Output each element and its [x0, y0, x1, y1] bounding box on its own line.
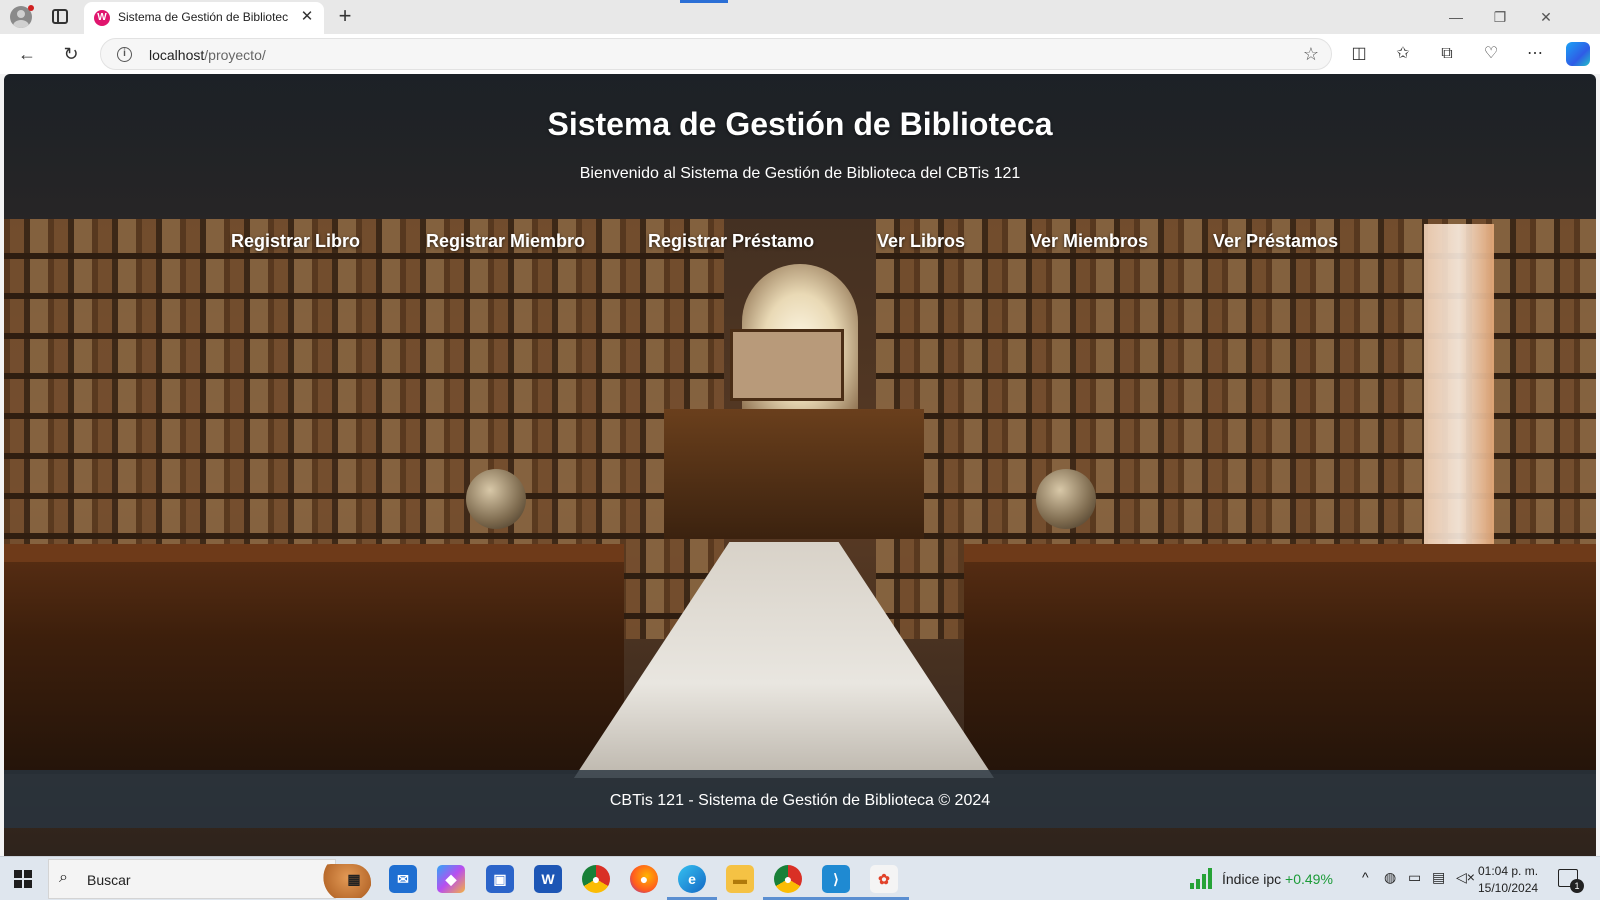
nav-ver-miembros[interactable]: Ver Miembros	[1030, 231, 1148, 252]
library-center-desk-image	[664, 409, 924, 539]
reload-icon[interactable]: ↻	[58, 42, 84, 66]
library-desk-right-image	[964, 544, 1596, 774]
clock-time: 01:04 p. m.	[1478, 864, 1539, 878]
network-icon[interactable]: ▤	[1432, 869, 1445, 886]
tab-title: Sistema de Gestión de Biblioteca	[118, 10, 288, 24]
close-tab-icon[interactable]: ✕	[298, 8, 316, 26]
notification-count-badge: 1	[1570, 879, 1584, 893]
store-icon[interactable]: ▣	[486, 865, 514, 893]
library-light-column-image	[1424, 224, 1494, 554]
window-drag-indicator	[680, 0, 728, 3]
restore-icon[interactable]: ❐	[1488, 6, 1512, 28]
browser-tab-bar: W Sistema de Gestión de Biblioteca ✕ + —…	[0, 0, 1600, 34]
taskbar-search-box[interactable]: ⌕ Buscar	[48, 859, 371, 899]
stock-chart-icon[interactable]	[1190, 867, 1214, 889]
new-tab-button[interactable]: +	[332, 4, 358, 30]
edge-icon[interactable]: e	[678, 865, 706, 893]
globe-right-image	[1036, 469, 1096, 529]
back-icon[interactable]: ←	[14, 42, 40, 66]
tab-actions-icon[interactable]	[52, 9, 68, 24]
profile-notification-dot	[28, 5, 34, 11]
nav-registrar-prestamo[interactable]: Registrar Préstamo	[648, 231, 814, 252]
nav-registrar-libro[interactable]: Registrar Libro	[231, 231, 360, 252]
split-screen-icon[interactable]: ◫	[1348, 44, 1370, 64]
vscode-icon[interactable]: ⟩	[822, 865, 850, 893]
main-navigation: Registrar Libro Registrar Miembro Regist…	[4, 219, 1596, 269]
task-view-icon[interactable]: ▦	[340, 865, 368, 893]
stock-widget-label: Índice ipc	[1222, 871, 1282, 887]
page-subtitle: Bienvenido al Sistema de Gestión de Bibl…	[579, 165, 1021, 182]
meet-now-icon[interactable]: ◍	[1384, 869, 1396, 886]
library-desk-left-image	[4, 544, 624, 774]
minimize-icon[interactable]: —	[1444, 6, 1468, 28]
copilot-app-icon[interactable]: ◆	[437, 865, 465, 893]
firefox-icon[interactable]: ●	[630, 865, 658, 893]
show-hidden-icons-icon[interactable]: ^	[1362, 869, 1369, 885]
url-host: localhost	[149, 47, 205, 63]
url-text[interactable]: localhost/proyecto/	[149, 47, 266, 63]
mail-icon[interactable]: ✉	[389, 865, 417, 893]
folder-icon[interactable]: ▬	[726, 865, 754, 893]
site-favicon-icon: W	[94, 10, 110, 26]
url-path: /proyecto/	[204, 47, 266, 63]
word-icon[interactable]: W	[534, 865, 562, 893]
collections-icon[interactable]: ⧉	[1436, 44, 1458, 64]
stock-widget[interactable]: Índice ipc +0.49%	[1222, 871, 1333, 887]
address-bar[interactable]: i localhost/proyecto/ ☆	[100, 38, 1332, 70]
favorites-icon[interactable]: ✩	[1392, 44, 1414, 64]
system-clock[interactable]: 01:04 p. m. 15/10/2024	[1478, 863, 1548, 897]
footer-text: CBTis 121 - Sistema de Gestión de Biblio…	[609, 792, 991, 809]
display-icon[interactable]: ▭	[1408, 869, 1421, 886]
stock-widget-value: +0.49%	[1285, 871, 1333, 887]
copilot-icon[interactable]	[1566, 42, 1590, 66]
more-options-icon[interactable]: ⋯	[1524, 44, 1546, 64]
windows-taskbar: ⌕ Buscar ▦ ✉ ◆ ▣ W ● ● e ▬ ● ⟩ ✿ Índice …	[0, 856, 1600, 900]
search-label: Buscar	[87, 872, 131, 888]
site-info-icon[interactable]: i	[117, 47, 132, 62]
nav-ver-libros[interactable]: Ver Libros	[877, 231, 965, 252]
windows-start-icon[interactable]	[14, 870, 32, 888]
volume-muted-icon[interactable]: ◁×	[1456, 869, 1475, 886]
site-header: Sistema de Gestión de Biblioteca Bienven…	[4, 74, 1596, 219]
chrome-profile-icon[interactable]: ●	[774, 865, 802, 893]
browser-essentials-icon[interactable]: ♡	[1480, 44, 1502, 64]
page-viewport: Sistema de Gestión de Biblioteca Bienven…	[4, 74, 1596, 856]
close-window-icon[interactable]: ✕	[1534, 6, 1558, 28]
page-title: Sistema de Gestión de Biblioteca	[547, 106, 1053, 142]
search-icon: ⌕	[59, 869, 68, 886]
clock-date: 15/10/2024	[1478, 881, 1539, 895]
site-footer: CBTis 121 - Sistema de Gestión de Biblio…	[4, 770, 1596, 828]
globe-left-image	[466, 469, 526, 529]
chrome-icon[interactable]: ●	[582, 865, 610, 893]
browser-toolbar: ← ↻ i localhost/proyecto/ ☆ ◫ ✩ ⧉ ♡ ⋯	[0, 34, 1600, 74]
library-painting-image	[730, 329, 844, 401]
nav-ver-prestamos[interactable]: Ver Préstamos	[1213, 231, 1338, 252]
xampp-icon[interactable]: ✿	[870, 865, 898, 893]
browser-tab-active[interactable]: W Sistema de Gestión de Biblioteca ✕	[84, 2, 324, 34]
nav-registrar-miembro[interactable]: Registrar Miembro	[426, 231, 585, 252]
favorite-star-icon[interactable]: ☆	[1303, 44, 1319, 65]
